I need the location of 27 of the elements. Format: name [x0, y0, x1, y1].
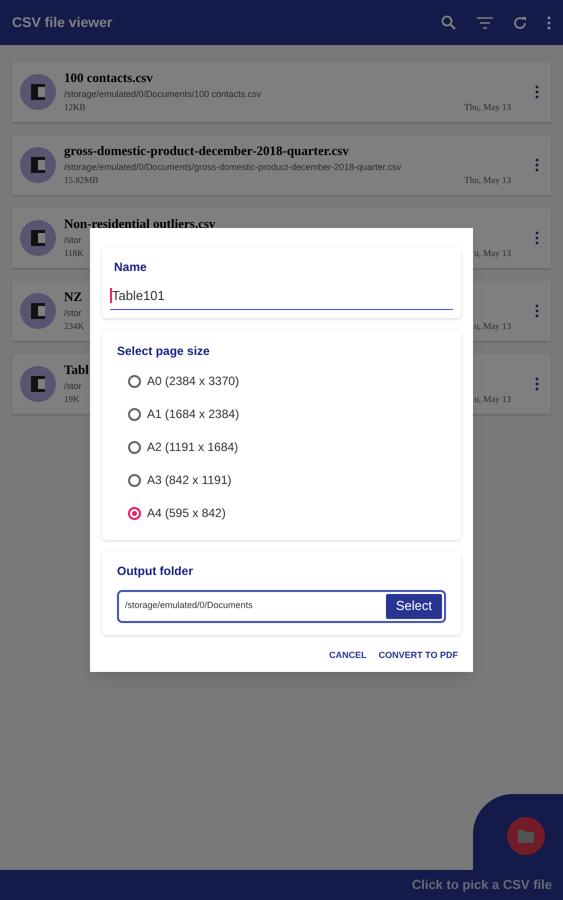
file-path: /storage/emulated/0/Documents/100 contacts.csv [64, 88, 262, 101]
file-size: 12KB [64, 100, 86, 114]
file-size: 118K [64, 246, 84, 260]
page-size-label: Select page size [117, 342, 211, 360]
name-label: Name [113, 259, 148, 276]
file-date: u, May 13 [474, 246, 511, 260]
output-folder-path: /storage/emulated/0/Documents [125, 599, 254, 612]
file-size: 19K [64, 392, 80, 406]
file-name: NZ [64, 288, 82, 305]
output-folder-label: Output folder [117, 562, 194, 580]
file-path: /storage/emulated/0/Documents/gross-domestic-product-december-2018-quarter.csv [64, 160, 402, 174]
file-name: Non-residential outliers.csv [64, 216, 216, 232]
file-size: 15.82MB [64, 174, 98, 187]
name-value: Table101 [112, 288, 165, 303]
file-size: 234K [64, 320, 84, 333]
file-date: Thu, May 13 [464, 100, 511, 114]
file-date: Thu, May 13 [464, 174, 511, 187]
file-path: /stor [64, 306, 82, 320]
hint-text: Click to pick a CSV file [412, 876, 552, 894]
file-path: /stor [64, 234, 82, 247]
file-name: 100 contacts.csv [64, 70, 153, 86]
file-name: gross-domestic-product-december-2018-quarter.csv [64, 142, 349, 159]
file-date: u, May 13 [474, 320, 511, 333]
file-name: Tabl [64, 362, 89, 378]
file-date: u, May 13 [474, 392, 511, 406]
file-path: /stor [64, 380, 82, 393]
app-title: CSV file viewer [12, 13, 114, 32]
